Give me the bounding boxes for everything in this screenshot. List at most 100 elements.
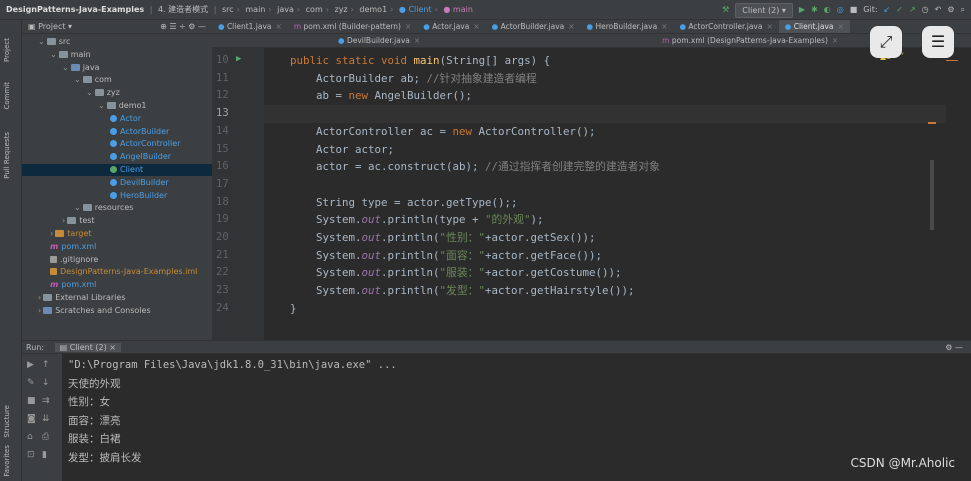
close-tab-icon[interactable]: × [832,36,838,45]
panel-settings-icon[interactable]: ⚙ [188,22,195,31]
expand-icon-button[interactable]: ⤢ [870,26,902,58]
tree-item[interactable]: › target [22,228,212,240]
tree-item[interactable]: .gitignore [22,254,212,266]
breadcrumb-src[interactable]: src [219,0,237,19]
editor-scroll-marker-bar[interactable] [946,48,971,340]
expand-arrow-icon[interactable]: ⌄ [38,37,45,46]
run-gutter-icon[interactable]: ▶ [236,54,241,64]
restore-layout-icon[interactable]: ⌂ [27,432,33,442]
run-icon[interactable]: ▶ [799,0,805,19]
wrench-icon[interactable]: ✎ [27,378,35,388]
git-push-icon[interactable]: ↗ [909,0,916,19]
close-tab-icon[interactable]: × [766,22,772,31]
print-icon[interactable]: ⎙ [42,432,49,442]
close-tab-icon[interactable]: × [568,22,574,31]
breadcrumb-demo1[interactable]: demo1 [356,0,390,19]
project-view-select[interactable]: ▣ Project ▾ [22,22,72,31]
expand-arrow-icon[interactable]: ⌄ [50,50,57,59]
editor-tab[interactable]: ● Actor.java × [417,20,485,33]
scroll-end-icon[interactable]: ⇊ [42,414,50,424]
editor-tab[interactable]: m pom.xml (DesignPatterns-Java-Examples)… [656,34,844,47]
breadcrumb-zyz[interactable]: zyz [332,0,351,19]
tree-item[interactable]: m pom.xml [22,241,212,253]
expand-arrow-icon[interactable]: › [38,306,41,315]
stop-icon[interactable]: ■ [850,0,858,19]
breadcrumb-main[interactable]: main [242,0,268,19]
tree-item[interactable]: DesignPatterns-Java-Examples.iml [22,266,212,278]
tree-item[interactable]: DevilBuilder [22,177,212,189]
editor-tab[interactable]: ● Client.java × [778,20,850,33]
camera-icon[interactable]: ◙ [27,414,36,424]
close-tab-icon[interactable]: × [661,22,667,31]
stop-run-icon[interactable]: ■ [27,396,36,406]
profile-icon[interactable]: ◎ [837,0,844,19]
close-tab-icon[interactable]: × [405,22,411,31]
tree-item[interactable]: ActorController [22,138,212,150]
structure-tool-button[interactable]: Structure [3,405,11,438]
run-console-output[interactable]: "D:\Program Files\Java\jdk1.8.0_31\bin\j… [62,354,971,481]
editor-tab[interactable]: m pom.xml (Builder-pattern) × [288,20,417,33]
tree-item[interactable]: HeroBuilder [22,190,212,202]
pull-requests-tool-button[interactable]: Pull Requests [3,132,11,179]
module-crumb[interactable]: 4. 建造者模式 [155,0,211,19]
expand-arrow-icon[interactable]: › [62,216,65,225]
project-name[interactable]: DesignPatterns-Java-Examples [0,0,147,19]
expand-arrow-icon[interactable]: › [38,293,41,302]
soft-wrap-icon[interactable]: ⇉ [42,396,50,406]
coverage-icon[interactable]: ◐ [824,0,831,19]
tree-item[interactable]: ⌄ main [22,49,212,61]
locate-icon[interactable]: ⊕ [160,22,167,31]
tree-item[interactable]: Actor [22,113,212,125]
editor-tab[interactable]: ● Client1.java × [212,20,288,33]
run-config-select[interactable]: Client (2) ▾ [735,2,793,18]
comment-icon-button[interactable]: ☰ [922,26,954,58]
expand-arrow-icon[interactable]: ⌄ [98,101,105,110]
expand-icon[interactable]: ÷ [179,22,186,31]
breadcrumb-method[interactable]: ● main [440,0,476,19]
tree-item[interactable]: ⌄ zyz [22,87,212,99]
tree-item[interactable]: AngelBuilder [22,151,212,163]
breadcrumb-class[interactable]: ● Client [396,0,435,19]
history-icon[interactable]: ◷ [922,0,929,19]
run-tab[interactable]: ▤ Client (2) × [54,343,121,352]
close-tab-icon[interactable]: × [414,36,420,45]
settings-icon[interactable]: ⚙ [947,0,954,19]
hide-panel-icon[interactable]: — [198,22,206,31]
tree-item[interactable]: Client [22,164,212,176]
rerun-icon[interactable]: ▶ [27,360,34,370]
git-update-icon[interactable]: ↙ [884,0,891,19]
editor-tab[interactable]: ● HeroBuilder.java × [581,20,674,33]
breadcrumb-java[interactable]: java [274,0,297,19]
favorites-tool-button[interactable]: Favorites [3,445,11,477]
commit-tool-button[interactable]: Commit [3,82,11,110]
expand-arrow-icon[interactable]: ⌄ [74,75,81,84]
editor-tab[interactable]: ● ActorController.java × [673,20,778,33]
editor-scrollbar[interactable] [930,160,934,230]
project-tool-button[interactable]: Project [3,38,11,62]
tree-item[interactable]: ⌄ com [22,74,212,86]
scroll-up-icon[interactable]: ↑ [42,360,50,370]
tree-item[interactable]: › Scratches and Consoles [22,305,212,317]
tree-item[interactable]: ⌄ resources [22,202,212,214]
trash-icon[interactable]: ▮ [42,450,47,460]
tree-item[interactable]: › test [22,215,212,227]
build-hammer-icon[interactable]: ⚒ [722,0,729,19]
debug-icon[interactable]: ✱ [811,0,818,19]
close-tab-icon[interactable]: × [276,22,282,31]
close-tab-icon[interactable]: × [473,22,479,31]
expand-arrow-icon[interactable]: › [50,229,53,238]
search-everywhere-icon[interactable]: ⌕ [961,0,965,19]
tree-item[interactable]: ⌄ java [22,62,212,74]
tree-item[interactable]: › External Libraries [22,292,212,304]
collapse-all-icon[interactable]: ☰ [169,22,176,31]
breadcrumb-com[interactable]: com [303,0,326,19]
pin-icon[interactable]: ⊡ [27,450,35,460]
expand-arrow-icon[interactable]: ⌄ [62,63,69,72]
tree-item[interactable]: m pom.xml [22,279,212,291]
editor-tab[interactable]: ● ActorBuilder.java × [486,20,581,33]
git-commit-icon[interactable]: ✓ [896,0,903,19]
tree-item[interactable]: ⌄ src [22,36,212,48]
close-tab-icon[interactable]: × [838,22,844,31]
editor-tab[interactable]: ● DevilBuilder.java × [332,34,426,47]
tree-item[interactable]: ActorBuilder [22,126,212,138]
